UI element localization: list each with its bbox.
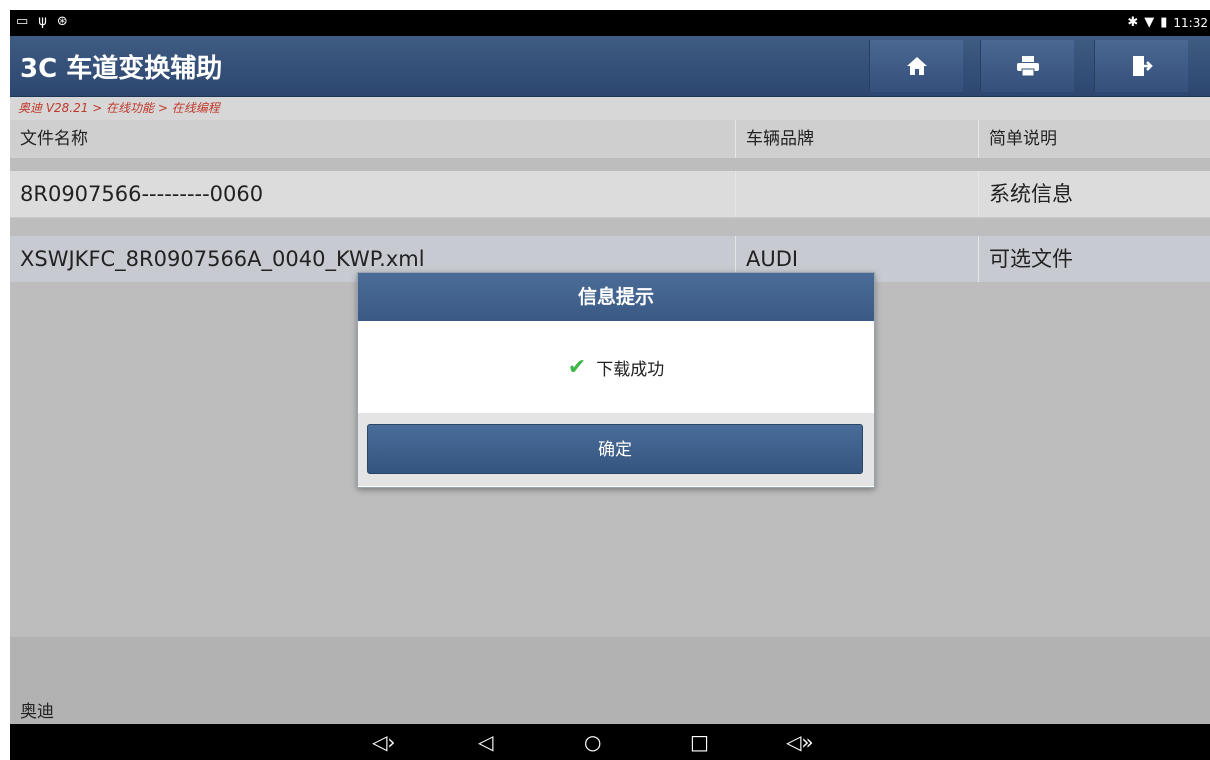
header-description: 简单说明: [978, 120, 1210, 158]
footer-brand-label: 奥迪: [20, 702, 54, 722]
row-description: 可选文件: [978, 236, 1210, 282]
battery-icon: ▮: [1160, 15, 1168, 30]
header-vehicle-brand: 车辆品牌: [735, 120, 978, 158]
header-file-name: 文件名称: [20, 129, 88, 149]
dialog-title: 信息提示: [358, 273, 874, 321]
table-row[interactable]: 8R0907566---------0060 系统信息: [10, 171, 1210, 218]
page-title: 3C 车道变换辅助: [20, 54, 223, 84]
dialog-message: 下载成功: [596, 359, 665, 380]
home-icon: [906, 57, 927, 75]
row-vehicle-brand: [735, 171, 978, 217]
title-bar: 3C 车道变换辅助: [10, 36, 1210, 97]
status-bar: ▭ ψ ⊛ ✱ ▼ ▮ 11:32: [10, 10, 1210, 36]
table-header: 文件名称 车辆品牌 简单说明: [10, 120, 1210, 158]
print-icon: [1016, 56, 1039, 77]
image-icon: ▭: [16, 14, 29, 29]
row-file-name: 8R0907566---------0060: [20, 182, 264, 206]
row-description: 系统信息: [978, 171, 1210, 217]
exit-icon: [1132, 56, 1153, 76]
settings-icon: ⊛: [56, 14, 68, 29]
volume-up-icon[interactable]: ◁»: [786, 730, 814, 754]
status-time: 11:32: [1173, 16, 1208, 30]
exit-button[interactable]: [1094, 40, 1188, 92]
back-icon[interactable]: ◁: [478, 730, 493, 754]
dialog-footer: 确定: [358, 413, 874, 486]
footer-bar: 奥迪: [10, 637, 1210, 724]
dialog-body: ✔ 下载成功: [358, 321, 874, 413]
ok-button[interactable]: 确定: [367, 424, 863, 474]
navigation-bar: ◁› ◁ ○ □ ◁»: [10, 724, 1210, 760]
wifi-icon: ▼: [1144, 15, 1155, 30]
breadcrumb: 奥迪 V28.21 > 在线功能 > 在线编程: [10, 97, 1210, 120]
home-circle-icon[interactable]: ○: [584, 730, 601, 754]
home-button[interactable]: [869, 40, 963, 92]
recents-icon[interactable]: □: [690, 730, 709, 754]
check-icon: ✔: [567, 354, 587, 380]
app-screen: ▭ ψ ⊛ ✱ ▼ ▮ 11:32 3C 车道变换辅助 奥迪 V28.21 > …: [10, 10, 1210, 760]
volume-down-icon[interactable]: ◁›: [372, 730, 395, 754]
usb-icon: ψ: [38, 14, 47, 29]
bluetooth-icon: ✱: [1127, 15, 1139, 30]
info-dialog: 信息提示 ✔ 下载成功 确定: [357, 272, 875, 488]
print-button[interactable]: [980, 40, 1074, 92]
